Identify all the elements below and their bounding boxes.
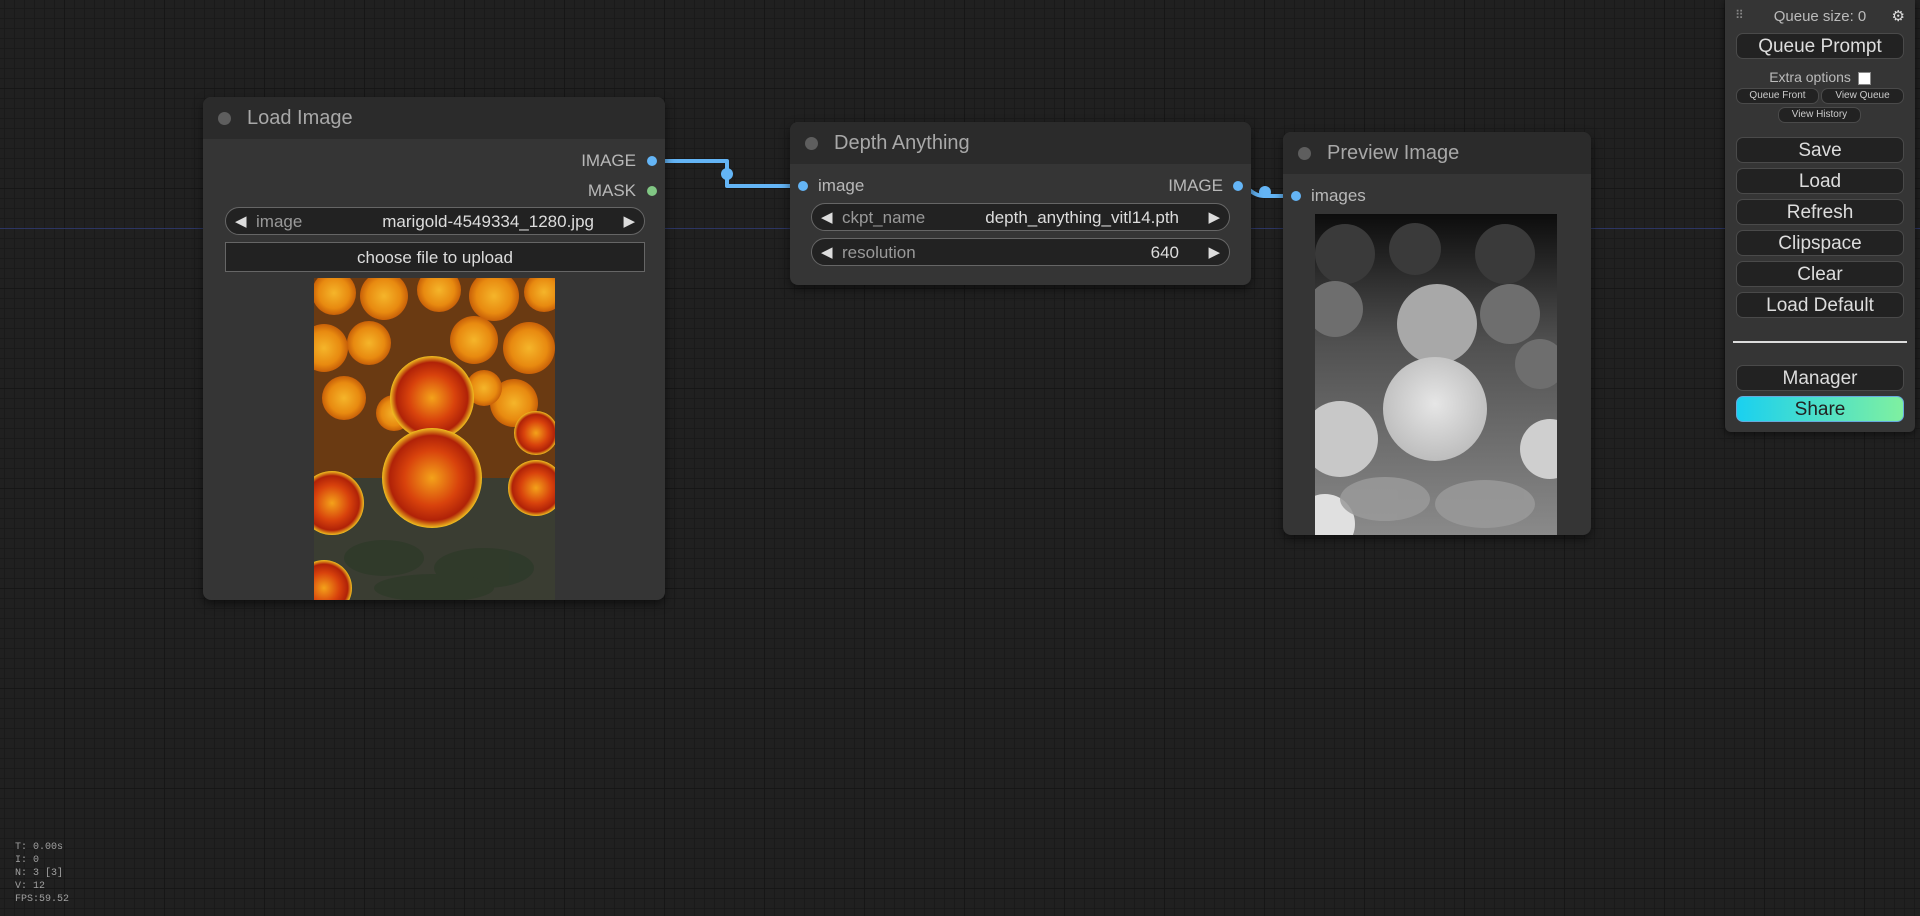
share-button[interactable]: Share: [1736, 396, 1904, 422]
view-queue-button[interactable]: View Queue: [1821, 88, 1904, 104]
clipspace-button[interactable]: Clipspace: [1736, 230, 1904, 256]
input-dot-image[interactable]: [798, 181, 808, 191]
extra-options-checkbox[interactable]: [1857, 71, 1871, 85]
node-title: Depth Anything: [834, 132, 970, 154]
render-stats: T: 0.00s I: 0 N: 3 [3] V: 12 FPS:59.52: [15, 841, 69, 906]
node-load-image[interactable]: Load Image IMAGE MASK ◀ image marigold-4…: [203, 97, 665, 600]
node-title-bar[interactable]: Depth Anything: [790, 122, 1251, 164]
output-label-image: IMAGE: [1168, 176, 1223, 195]
collapse-dot-icon[interactable]: [805, 137, 818, 150]
input-slot-image[interactable]: image: [818, 175, 864, 197]
extra-options-label: Extra options: [1769, 69, 1851, 85]
stat-fps: FPS:59.52: [15, 894, 70, 905]
arrow-right-icon[interactable]: ▶: [1208, 204, 1220, 232]
input-label-image: image: [818, 176, 865, 195]
node-title-bar[interactable]: Preview Image: [1283, 132, 1591, 174]
link-midpoint-dot: [721, 168, 733, 180]
arrow-left-icon[interactable]: ◀: [235, 208, 247, 236]
input-label-images: images: [1311, 186, 1366, 205]
depth-map-preview: [1315, 214, 1557, 535]
resolution-number-widget[interactable]: ◀ resolution 640 ▶: [811, 238, 1230, 266]
widget-value: depth_anything_vitl14.pth: [985, 208, 1179, 227]
manager-button[interactable]: Manager: [1736, 365, 1904, 391]
node-title: Preview Image: [1327, 142, 1460, 164]
node-title: Load Image: [247, 107, 353, 129]
extra-options-row: Extra options: [1725, 69, 1915, 85]
arrow-right-icon[interactable]: ▶: [623, 208, 635, 236]
output-dot-mask[interactable]: [647, 186, 657, 196]
refresh-button[interactable]: Refresh: [1736, 199, 1904, 225]
load-default-button[interactable]: Load Default: [1736, 292, 1904, 318]
clear-button[interactable]: Clear: [1736, 261, 1904, 287]
node-graph-canvas[interactable]: Load Image IMAGE MASK ◀ image marigold-4…: [0, 0, 1920, 916]
queue-prompt-button[interactable]: Queue Prompt: [1736, 33, 1904, 59]
collapse-dot-icon[interactable]: [218, 112, 231, 125]
output-dot-image[interactable]: [1233, 181, 1243, 191]
view-history-button[interactable]: View History: [1778, 107, 1861, 123]
image-combo-widget[interactable]: ◀ image marigold-4549334_1280.jpg ▶: [225, 207, 645, 235]
input-dot-images[interactable]: [1291, 191, 1301, 201]
queue-size-label: Queue size: 0: [1773, 8, 1867, 25]
node-preview-image[interactable]: Preview Image images: [1283, 132, 1591, 535]
output-slot-image[interactable]: IMAGE: [581, 150, 636, 172]
stat-visible: V: 12: [15, 881, 46, 892]
collapse-dot-icon[interactable]: [1298, 147, 1311, 160]
widget-label: resolution: [842, 243, 916, 262]
link-midpoint-dot-2: [1259, 186, 1271, 198]
output-slot-image[interactable]: IMAGE: [1168, 175, 1223, 197]
node-title-bar[interactable]: Load Image: [203, 97, 665, 139]
load-button[interactable]: Load: [1736, 168, 1904, 194]
widget-value: 640: [1150, 243, 1179, 262]
stat-time: T: 0.00s: [15, 842, 64, 853]
output-label-image: IMAGE: [581, 151, 636, 170]
menu-divider: [1733, 341, 1907, 343]
input-slot-images[interactable]: images: [1311, 185, 1366, 207]
node-depth-anything[interactable]: Depth Anything image IMAGE ◀ ckpt_name d…: [790, 122, 1251, 285]
ckpt-name-combo-widget[interactable]: ◀ ckpt_name depth_anything_vitl14.pth ▶: [811, 203, 1230, 231]
widget-value: marigold-4549334_1280.jpg: [382, 212, 594, 231]
gear-icon[interactable]: ⚙: [1892, 7, 1905, 25]
comfy-menu: ⠿ Queue size: 0 ⚙ Queue Prompt Extra opt…: [1725, 0, 1915, 432]
arrow-right-icon[interactable]: ▶: [1208, 239, 1220, 267]
output-label-mask: MASK: [587, 181, 636, 200]
upload-button[interactable]: choose file to upload: [225, 242, 645, 272]
widget-label: ckpt_name: [842, 208, 926, 227]
arrow-left-icon[interactable]: ◀: [821, 239, 833, 267]
queue-front-button[interactable]: Queue Front: [1736, 88, 1819, 104]
output-dot-image[interactable]: [647, 156, 657, 166]
loaded-image-preview: [314, 278, 555, 600]
stat-nodes: N: 3 [3]: [15, 868, 64, 879]
widget-label: image: [256, 212, 303, 231]
stat-iterations: I: 0: [15, 855, 40, 866]
output-slot-mask[interactable]: MASK: [588, 180, 636, 202]
save-button[interactable]: Save: [1736, 137, 1904, 163]
arrow-left-icon[interactable]: ◀: [821, 204, 833, 232]
